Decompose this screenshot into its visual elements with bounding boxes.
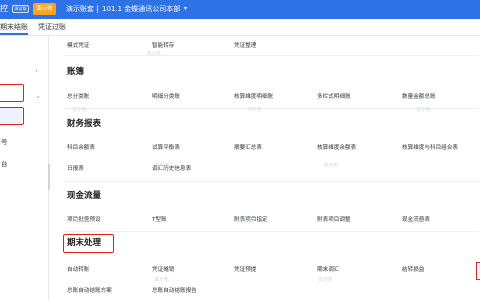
watermark: 演示账 — [72, 107, 88, 113]
divider — [63, 231, 479, 232]
menu-item[interactable]: 期末调汇 — [317, 266, 339, 274]
chevron-down-icon[interactable]: ⌄ — [35, 92, 41, 100]
version-badge: 测试版 — [12, 5, 29, 13]
company-selector[interactable]: 101.1 金蝶通讯公司本部 — [102, 3, 180, 15]
menu-item[interactable]: 核算维度余额表 — [317, 144, 356, 152]
watermark: 演示账 — [146, 51, 162, 57]
menu-item[interactable]: 核算维度与科目组合表 — [402, 144, 458, 152]
menu-item[interactable]: 总账自动结账方案 — [67, 287, 112, 295]
chevron-down-icon[interactable]: ▾ — [184, 5, 187, 13]
tab-bar: 期末结账 凭证过账 — [0, 19, 480, 36]
section-title-period-end: 期末处理 — [67, 238, 102, 248]
highlight-box — [0, 107, 24, 125]
menu-item[interactable]: 总账自动结账报告 — [152, 287, 197, 295]
menu-item[interactable]: 附表项目调整 — [317, 216, 351, 224]
menu-item[interactable]: 凭证摊销 — [152, 266, 174, 274]
sidebar-item-label[interactable]: 台 — [1, 160, 8, 168]
menu-item[interactable]: 智能转存 — [152, 42, 174, 50]
section-title-ledgers: 账簿 — [67, 67, 85, 77]
watermark: 演示账 — [154, 277, 170, 283]
highlight-box — [0, 84, 24, 102]
menu-item[interactable]: 数量金额总账 — [402, 93, 436, 101]
menu-item[interactable]: 摘要汇总表 — [234, 144, 262, 152]
menu-item[interactable]: 模式凭证 — [67, 42, 89, 50]
menu-item[interactable]: 总分类账 — [67, 93, 89, 101]
menu-item[interactable]: 核算维度明细账 — [234, 93, 273, 101]
menu-item[interactable]: 试算平衡表 — [152, 144, 180, 152]
menu-item[interactable]: 凭证整理 — [234, 42, 256, 50]
menu-item[interactable]: 自动转账 — [67, 266, 89, 274]
watermark: 演示账 — [323, 163, 339, 169]
menu-item[interactable]: 结转损益 — [402, 266, 424, 274]
app-logo: 控 — [0, 4, 8, 13]
menu-item[interactable]: 明细分类账 — [152, 93, 180, 101]
top-bar: 控 测试版 演示账 演示账套 101.1 金蝶通讯公司本部 ▾ — [0, 0, 480, 19]
menu-item[interactable]: 多栏式明细账 — [317, 93, 351, 101]
divider — [63, 55, 479, 56]
watermark: 演示账 — [416, 107, 432, 113]
account-set-label[interactable]: 演示账套 — [66, 3, 94, 15]
sidebar-item-label[interactable]: 号 — [1, 138, 8, 146]
tab-period-end-closing[interactable]: 期末结账 — [0, 19, 28, 35]
tab-voucher-posting[interactable]: 凭证过账 — [38, 19, 66, 35]
menu-item[interactable]: T型账 — [152, 216, 167, 224]
watermark: 演示账 — [154, 163, 170, 169]
watermark: 演示账 — [318, 277, 334, 283]
watermark: 演示账 — [239, 219, 255, 225]
menu-item[interactable]: 科目余额表 — [67, 144, 95, 152]
section-title-cash-flow: 现金流量 — [67, 191, 102, 201]
menu-item[interactable]: 日报表 — [67, 165, 84, 173]
watermark: 演示账 — [74, 219, 90, 225]
sidebar: › ⌄ 号 台 — [0, 36, 50, 300]
watermark: 演示账 — [247, 107, 263, 113]
demo-account-button[interactable]: 演示账 — [33, 3, 56, 15]
header-divider — [97, 5, 98, 13]
function-menu-panel: 模式凭证 智能转存 凭证整理 账簿 总分类账 明细分类账 核算维度明细账 多栏式… — [50, 36, 480, 300]
watermark: 演示账 — [410, 219, 426, 225]
menu-item[interactable]: 凭证预提 — [234, 266, 256, 274]
divider — [63, 181, 479, 182]
highlight-box — [476, 262, 480, 280]
section-title-financial-reports: 财务报表 — [67, 119, 102, 129]
chevron-right-icon[interactable]: › — [35, 67, 38, 75]
